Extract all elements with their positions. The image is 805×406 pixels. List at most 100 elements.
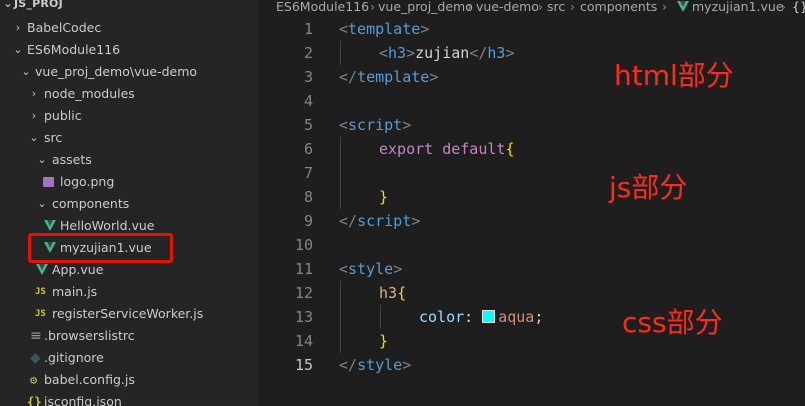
code-line: <h3>zujian</h3>	[379, 44, 515, 62]
config-file-icon: ≡	[30, 328, 42, 344]
breadcrumb-separator: ›	[370, 0, 375, 14]
indent-guide	[340, 281, 341, 353]
code-line: </template>	[339, 68, 439, 86]
chevron-down-icon: ⌄	[37, 153, 47, 166]
code-token: color	[419, 308, 465, 326]
code-token: zujian	[415, 44, 470, 62]
color-swatch[interactable]	[482, 310, 496, 323]
line-number: 6	[303, 140, 313, 158]
breadcrumb-item[interactable]: vue-demo	[476, 0, 539, 14]
line-number: 13	[294, 308, 313, 326]
code-line: <template>	[339, 20, 430, 38]
breadcrumb-separator: ›	[538, 0, 543, 14]
line-number: 9	[303, 212, 313, 230]
chevron-right-icon: ›	[31, 87, 37, 100]
code-line: </script>	[339, 212, 421, 230]
chevron-down-icon: ⌄	[13, 43, 23, 56]
chevron-down-icon: ⌄	[29, 131, 39, 144]
line-number: 3	[303, 68, 313, 86]
code-token: h3	[388, 44, 407, 62]
tree-item-label: ES6Module116	[27, 42, 121, 57]
code-line: }	[379, 185, 388, 209]
line-number: 4	[303, 92, 313, 110]
tree-item-label: main.js	[52, 284, 98, 299]
tree-item-label: node_modules	[44, 86, 135, 101]
tree-item-label: .browserslistrc	[44, 328, 135, 343]
braces-icon: {}	[792, 0, 805, 14]
code-line: </style>	[339, 356, 412, 374]
tree-item-label: vue_proj_demo\vue-demo	[35, 64, 198, 79]
line-number: 2	[303, 44, 313, 62]
tree-item-label: registerServiceWorker.js	[52, 306, 204, 321]
tree-item-label: BabelCodec	[27, 20, 102, 35]
annotation-css: css部分	[622, 306, 723, 339]
tree-item-label: src	[44, 130, 63, 145]
code-token: template	[348, 20, 421, 38]
code-line: export default{	[379, 137, 514, 161]
code-token: }	[379, 332, 389, 350]
vue-file-icon	[677, 1, 689, 12]
highlight-box	[28, 233, 173, 263]
code-line: h3{	[379, 281, 406, 305]
chevron-right-icon: ›	[31, 109, 37, 122]
code-line: <style>	[339, 260, 403, 278]
line-number: 7	[303, 164, 313, 182]
line-number: 11	[294, 260, 313, 278]
babel-file-icon: ⚙	[30, 373, 38, 387]
code-token: style	[357, 356, 403, 374]
code-line: color: aqua;	[419, 308, 544, 326]
breadcrumb-item[interactable]: src	[547, 0, 565, 14]
tree-item-label: jsconfig.json	[44, 394, 122, 406]
indent-guide	[380, 305, 381, 329]
tree-item-label: components	[52, 196, 130, 211]
chevron-down-icon: ⌄	[37, 197, 47, 210]
code-token: style	[348, 260, 394, 278]
line-number: 8	[303, 188, 313, 206]
chevron-down-icon: ⌄	[21, 65, 31, 78]
breadcrumb-separator: ›	[781, 0, 786, 14]
vue-file-icon	[36, 264, 48, 275]
breadcrumb-item[interactable]: myzujian1.vue	[692, 0, 784, 14]
code-token: aqua	[498, 308, 535, 326]
line-number: 12	[294, 284, 313, 302]
explorer-sidebar: ⌄ JS_PROJ › BabelCodec ⌄ ES6Module116 ⌄ …	[0, 0, 259, 406]
annotation-js: js部分	[609, 171, 688, 204]
tree-item-label: .gitignore	[44, 350, 104, 365]
line-number: 10	[294, 236, 313, 254]
annotation-html: html部分	[614, 59, 734, 92]
indent-guide	[340, 137, 341, 209]
tree-item-label: babel.config.js	[44, 372, 135, 387]
breadcrumb-item[interactable]: components	[580, 0, 657, 14]
chevron-down-icon: ⌄	[3, 0, 13, 10]
code-editor[interactable]: ES6Module116 › vue_proj_demo › vue-demo …	[259, 0, 805, 406]
image-file-icon	[43, 177, 54, 187]
code-token: script	[348, 116, 403, 134]
tree-item-label: logo.png	[60, 174, 115, 189]
code-token: export	[379, 140, 434, 158]
indent-guide	[340, 41, 341, 65]
tree-item-label: public	[44, 108, 82, 123]
line-number: 1	[303, 20, 313, 38]
code-token: {	[505, 140, 515, 158]
line-number: 14	[294, 332, 313, 350]
breadcrumb-item[interactable]: vue_proj_demo	[378, 0, 473, 14]
tree-item-label: assets	[52, 152, 92, 167]
code-token: h3	[379, 284, 398, 302]
code-line: }	[379, 329, 388, 353]
code-token: }	[379, 188, 389, 206]
json-file-icon: {}	[27, 395, 42, 406]
chevron-right-icon: ›	[15, 21, 21, 34]
code-token: default	[442, 140, 506, 158]
code-token: h3	[487, 44, 506, 62]
line-number: 5	[303, 116, 313, 134]
code-line: <script>	[339, 116, 412, 134]
vue-file-icon	[44, 220, 56, 231]
explorer-root-label: JS_PROJ	[14, 0, 63, 10]
js-file-icon: JS	[35, 309, 46, 319]
js-file-icon: JS	[35, 287, 46, 297]
git-file-icon: ◆	[30, 350, 41, 366]
breadcrumb-separator: ›	[662, 0, 667, 14]
breadcrumb-item[interactable]: ES6Module116	[276, 0, 369, 14]
breadcrumb-separator: ›	[570, 0, 575, 14]
line-number-active: 15	[294, 356, 313, 374]
